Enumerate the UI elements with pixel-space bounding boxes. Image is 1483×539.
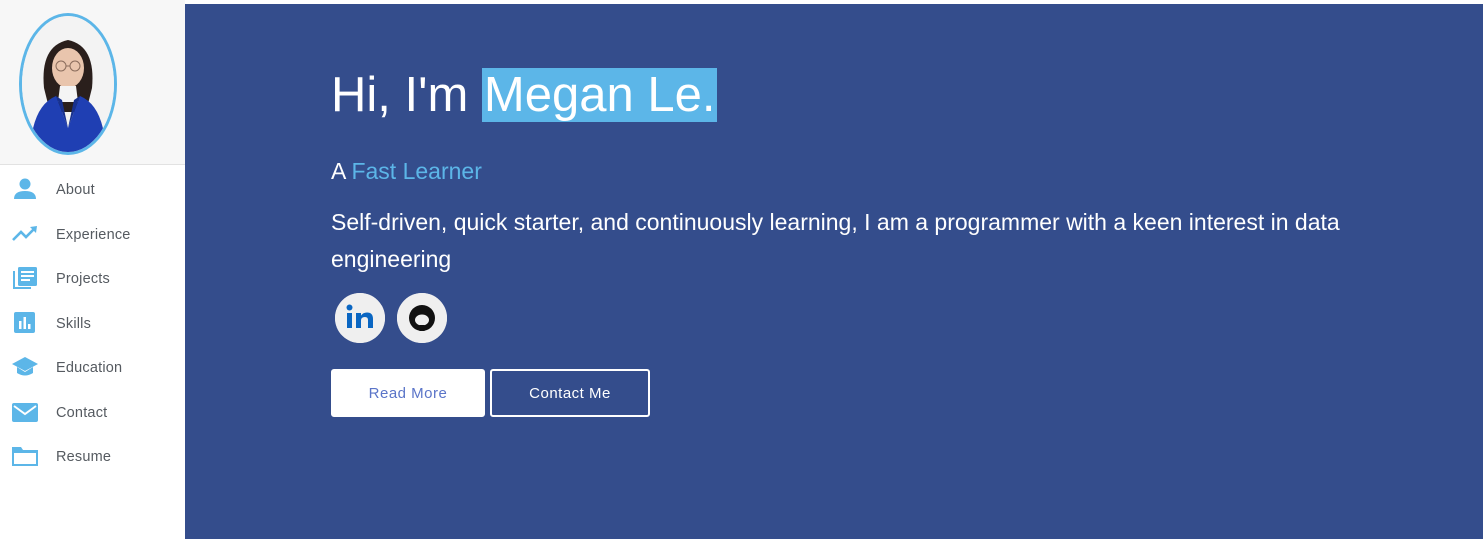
sidebar-item-label: Skills <box>56 316 92 332</box>
greeting-text: Hi, I'm <box>331 68 482 122</box>
profile-section <box>0 0 185 165</box>
avatar <box>19 13 117 155</box>
sidebar-item-label: About <box>56 182 95 198</box>
hero-section: Hi, I'm Megan Le. A Fast Learner Self-dr… <box>185 4 1483 539</box>
sidebar-item-about[interactable]: About <box>0 167 185 211</box>
sidebar: About Experience Projects Skills Educati… <box>0 0 185 539</box>
library-books-icon <box>11 266 39 290</box>
sidebar-item-label: Resume <box>56 449 112 465</box>
mail-icon <box>11 400 39 424</box>
tagline-prefix: A <box>331 158 352 184</box>
trending-up-icon <box>11 222 39 246</box>
sidebar-item-skills[interactable]: Skills <box>0 301 185 345</box>
sidebar-item-resume[interactable]: Resume <box>0 434 185 478</box>
person-icon <box>11 177 39 201</box>
tagline-role: Fast Learner <box>351 158 482 184</box>
graduation-cap-icon <box>11 355 39 379</box>
bar-chart-icon <box>11 311 39 335</box>
contact-me-button[interactable]: Contact Me <box>490 369 650 417</box>
github-link[interactable] <box>397 293 447 343</box>
sidebar-item-experience[interactable]: Experience <box>0 212 185 256</box>
avatar-photo <box>22 16 114 152</box>
folder-icon <box>11 444 39 468</box>
sidebar-item-label: Experience <box>56 227 131 243</box>
portfolio-page: About Experience Projects Skills Educati… <box>0 0 1483 539</box>
hero-headline: Hi, I'm Megan Le. <box>331 62 718 128</box>
sidebar-item-label: Education <box>56 360 123 376</box>
sidebar-item-education[interactable]: Education <box>0 345 185 389</box>
read-more-button[interactable]: Read More <box>331 369 485 417</box>
linkedin-link[interactable] <box>335 293 385 343</box>
hero-description: Self-driven, quick starter, and continuo… <box>331 209 1340 272</box>
linkedin-icon <box>335 293 385 343</box>
sidebar-item-projects[interactable]: Projects <box>0 256 185 300</box>
hero-tagline: A Fast Learner <box>331 158 482 185</box>
name-highlight: Megan Le. <box>481 68 718 122</box>
github-icon <box>397 293 447 343</box>
sidebar-item-label: Projects <box>56 271 110 287</box>
sidebar-item-label: Contact <box>56 405 108 421</box>
sidebar-item-contact[interactable]: Contact <box>0 390 185 434</box>
